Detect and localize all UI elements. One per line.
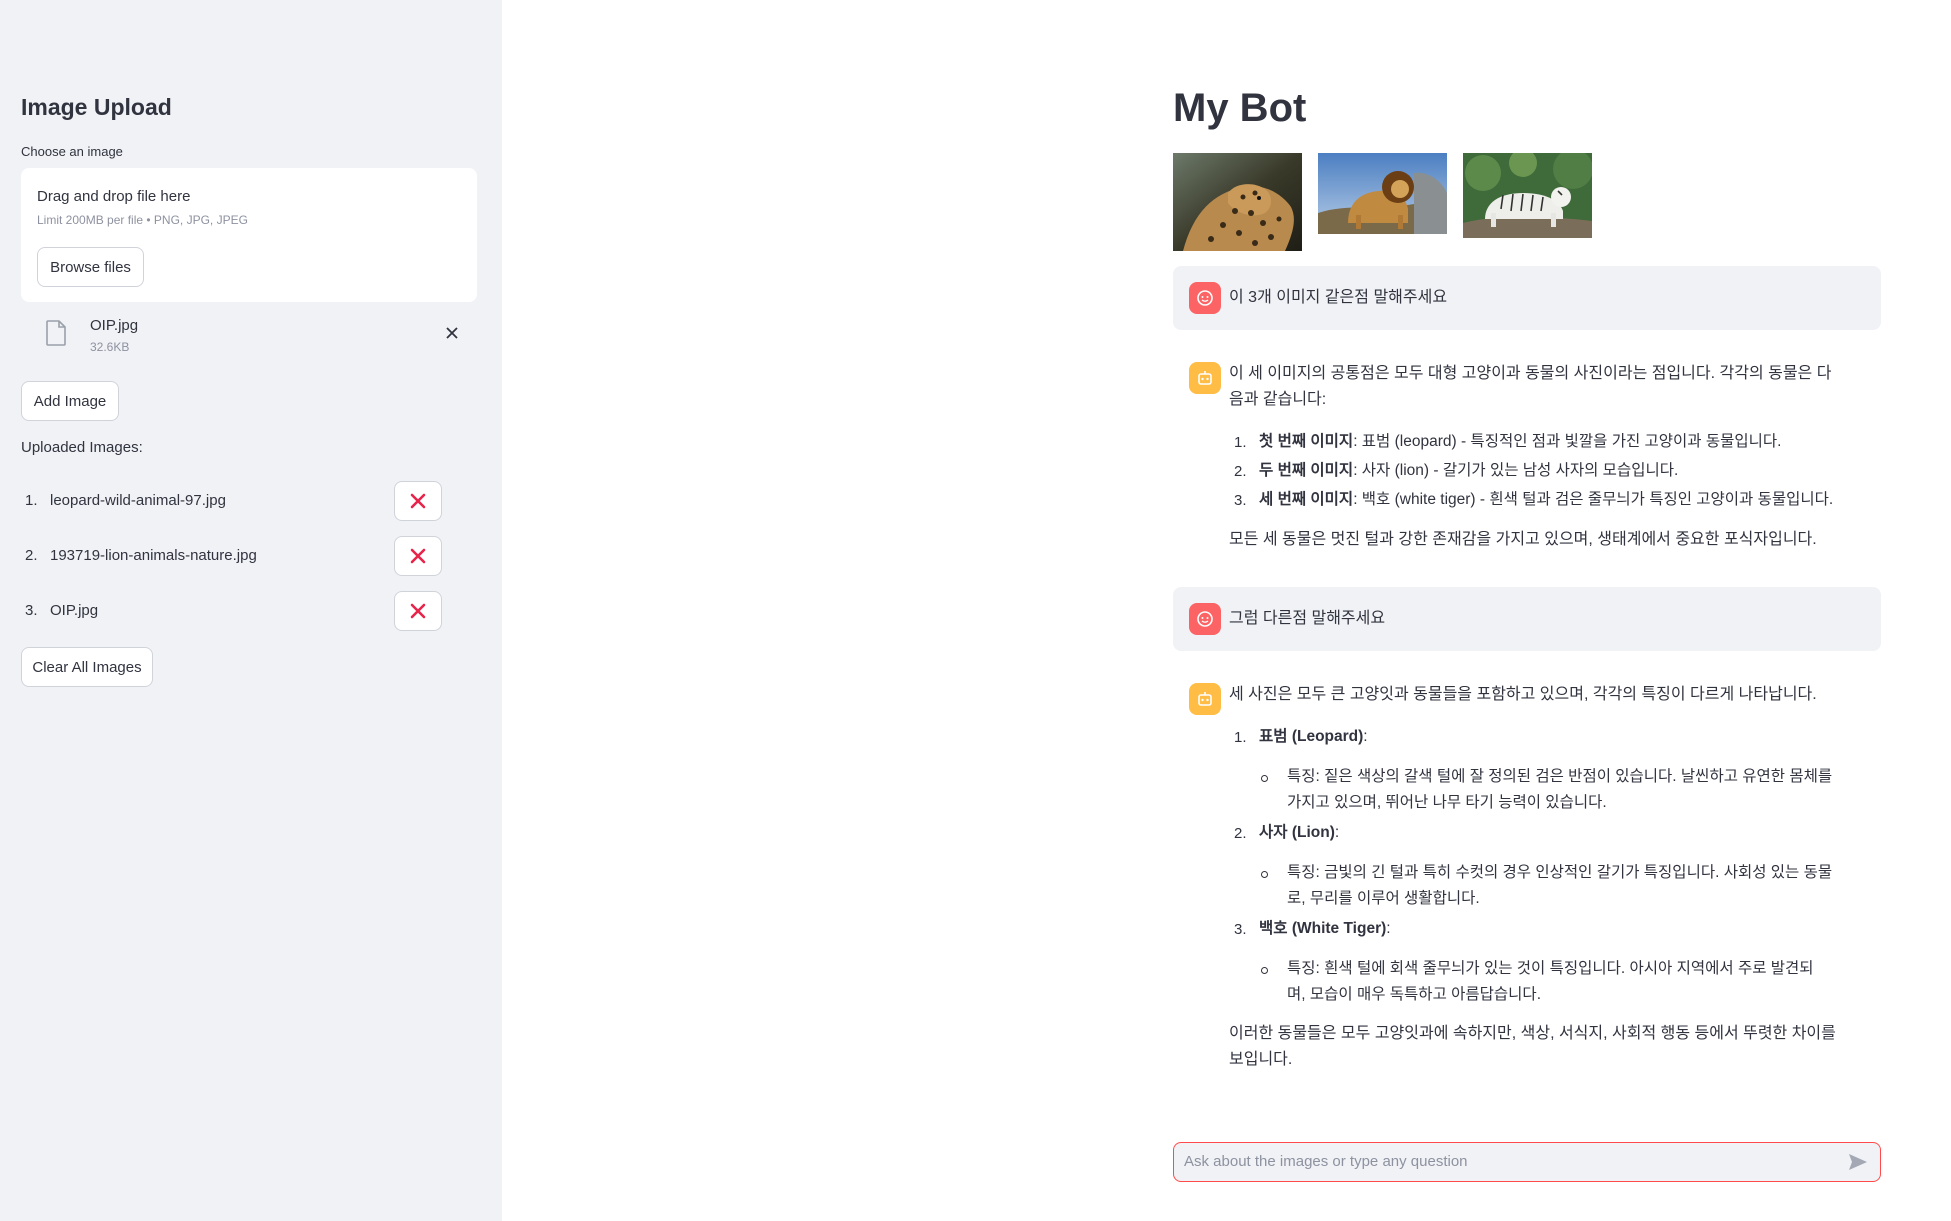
uploaded-item: 2. 193719-lion-animals-nature.jpg	[21, 536, 451, 576]
user-message-text: 그럼 다른점 말해주세요	[1229, 610, 1386, 627]
browse-files-button[interactable]: Browse files	[37, 247, 144, 287]
list-item-heading: 두 번째 이미지	[1259, 462, 1354, 479]
user-message: 그럼 다른점 말해주세요	[1173, 587, 1881, 651]
list-sub-item: 며, 모습이 매우 독특하고 아름답습니다.	[1287, 986, 1541, 1003]
list-sub-item: 로, 무리를 이루어 생활합니다.	[1287, 890, 1480, 907]
list-item: 세 번째 이미지: 백호 (white tiger) - 흰색 털과 검은 줄무…	[1259, 487, 1833, 513]
uploaded-item-name: leopard-wild-animal-97.jpg	[50, 492, 226, 509]
uploaded-item: 1. leopard-wild-animal-97.jpg	[21, 481, 451, 521]
list-item-text: :	[1363, 728, 1368, 745]
assistant-message: 이 세 이미지의 공통점은 모두 대형 고양이과 동물의 사진이라는 점입니다.…	[1173, 348, 1881, 568]
list-sub-item: 특징: 금빛의 긴 털과 특히 수컷의 경우 인상적인 갈기가 특징입니다. 사…	[1287, 864, 1833, 881]
list-number: 3.	[1234, 492, 1247, 509]
user-avatar-icon	[1189, 603, 1221, 635]
list-number: 1.	[1234, 434, 1247, 451]
page-title: My Bot	[1173, 86, 1307, 130]
list-sub-item: 가지고 있으며, 뛰어난 나무 타기 능력이 있습니다.	[1287, 794, 1607, 811]
list-item-heading: 백호 (White Tiger)	[1259, 920, 1387, 937]
white-tiger-thumbnail	[1463, 153, 1592, 238]
list-number: 2.	[1234, 463, 1247, 480]
leopard-thumbnail	[1173, 153, 1302, 251]
list-item-heading: 세 번째 이미지	[1259, 491, 1354, 508]
list-item-text: :	[1334, 824, 1340, 841]
delete-x-icon	[410, 493, 426, 509]
delete-image-button[interactable]	[394, 591, 442, 631]
assistant-text-line: 세 사진은 모두 큰 고양잇과 동물들을 포함하고 있으며, 각각의 특징이 다…	[1229, 686, 1817, 703]
list-item-text: : 백호 (white tiger) - 흰색 털과 검은 줄무늬가 특징인 고…	[1353, 491, 1834, 508]
list-item-text: : 표범 (leopard) - 특징적인 점과 빛깔을 가진 고양이과 동물입…	[1353, 433, 1782, 450]
list-number: 1.	[1234, 729, 1247, 746]
assistant-text-line: 음과 같습니다:	[1229, 391, 1327, 408]
assistant-text-line: 이 세 이미지의 공통점은 모두 대형 고양이과 동물의 사진이라는 점입니다.…	[1229, 365, 1832, 382]
bot-avatar-icon	[1189, 683, 1221, 715]
dropzone-limit: Limit 200MB per file • PNG, JPG, JPEG	[37, 213, 248, 227]
list-item: 백호 (White Tiger):	[1259, 916, 1391, 942]
add-image-button[interactable]: Add Image	[21, 381, 119, 421]
list-number: 2.	[1234, 825, 1247, 842]
list-number: 3.	[1234, 921, 1247, 938]
selected-file: OIP.jpg 32.6KB	[21, 312, 477, 356]
user-message: 이 3개 이미지 같은점 말해주세요	[1173, 266, 1881, 330]
user-avatar-icon	[1189, 282, 1221, 314]
assistant-text-line: 보입니다.	[1229, 1051, 1293, 1068]
clear-all-images-button[interactable]: Clear All Images	[21, 647, 153, 687]
list-item: 사자 (Lion):	[1259, 820, 1339, 846]
user-message-text: 이 3개 이미지 같은점 말해주세요	[1229, 289, 1448, 306]
remove-file-icon[interactable]	[441, 322, 463, 344]
list-item: 두 번째 이미지: 사자 (lion) - 갈기가 있는 남성 사자의 모습입니…	[1259, 458, 1678, 484]
list-item-heading: 첫 번째 이미지	[1259, 433, 1354, 450]
list-item-text: : 사자 (lion) - 갈기가 있는 남성 사자의 모습입니다.	[1353, 462, 1679, 479]
uploaded-item-name: 193719-lion-animals-nature.jpg	[50, 547, 257, 564]
list-item-text: :	[1386, 920, 1391, 937]
file-dropzone[interactable]: Drag and drop file here Limit 200MB per …	[21, 168, 477, 302]
delete-x-icon	[410, 603, 426, 619]
list-item-heading: 사자 (Lion)	[1259, 824, 1335, 841]
list-item: 표범 (Leopard):	[1259, 724, 1368, 750]
list-item-heading: 표범 (Leopard)	[1259, 728, 1364, 745]
lion-thumbnail	[1318, 153, 1447, 234]
uploaded-item-number: 2.	[25, 547, 38, 564]
delete-image-button[interactable]	[394, 536, 442, 576]
uploaded-item-number: 1.	[25, 492, 38, 509]
chat-input[interactable]	[1184, 1143, 1824, 1180]
bullet-marker	[1261, 967, 1268, 974]
sidebar: Image Upload Choose an image Drag and dr…	[0, 0, 502, 1221]
delete-x-icon	[410, 548, 426, 564]
list-sub-item: 특징: 흰색 털에 회색 줄무늬가 있는 것이 특징입니다. 아시아 지역에서 …	[1287, 960, 1814, 977]
bullet-marker	[1261, 871, 1268, 878]
delete-image-button[interactable]	[394, 481, 442, 521]
bot-avatar-icon	[1189, 362, 1221, 394]
chat-input-box	[1173, 1142, 1881, 1182]
uploaded-item-number: 3.	[25, 602, 38, 619]
list-sub-item: 특징: 짙은 색상의 갈색 털에 잘 정의된 검은 반점이 있습니다. 날씬하고…	[1287, 768, 1833, 785]
uploaded-images-label: Uploaded Images:	[21, 439, 143, 456]
uploaded-item: 3. OIP.jpg	[21, 591, 451, 631]
bullet-marker	[1261, 775, 1268, 782]
file-icon	[46, 320, 66, 346]
list-item: 첫 번째 이미지: 표범 (leopard) - 특징적인 점과 빛깔을 가진 …	[1259, 429, 1781, 455]
uploaded-item-name: OIP.jpg	[50, 602, 99, 619]
assistant-text-line: 이러한 동물들은 모두 고양잇과에 속하지만, 색상, 서식지, 사회적 행동 …	[1229, 1025, 1836, 1042]
selected-file-name: OIP.jpg	[90, 317, 139, 334]
selected-file-size: 32.6KB	[90, 340, 130, 354]
assistant-text-line: 모든 세 동물은 멋진 털과 강한 존재감을 가지고 있으며, 생태계에서 중요…	[1229, 531, 1817, 548]
choose-image-label: Choose an image	[21, 144, 123, 159]
assistant-message: 세 사진은 모두 큰 고양잇과 동물들을 포함하고 있으며, 각각의 특징이 다…	[1173, 669, 1881, 1089]
sidebar-title: Image Upload	[21, 94, 172, 120]
send-icon[interactable]	[1848, 1153, 1868, 1171]
dropzone-instructions: Drag and drop file here	[37, 188, 191, 205]
